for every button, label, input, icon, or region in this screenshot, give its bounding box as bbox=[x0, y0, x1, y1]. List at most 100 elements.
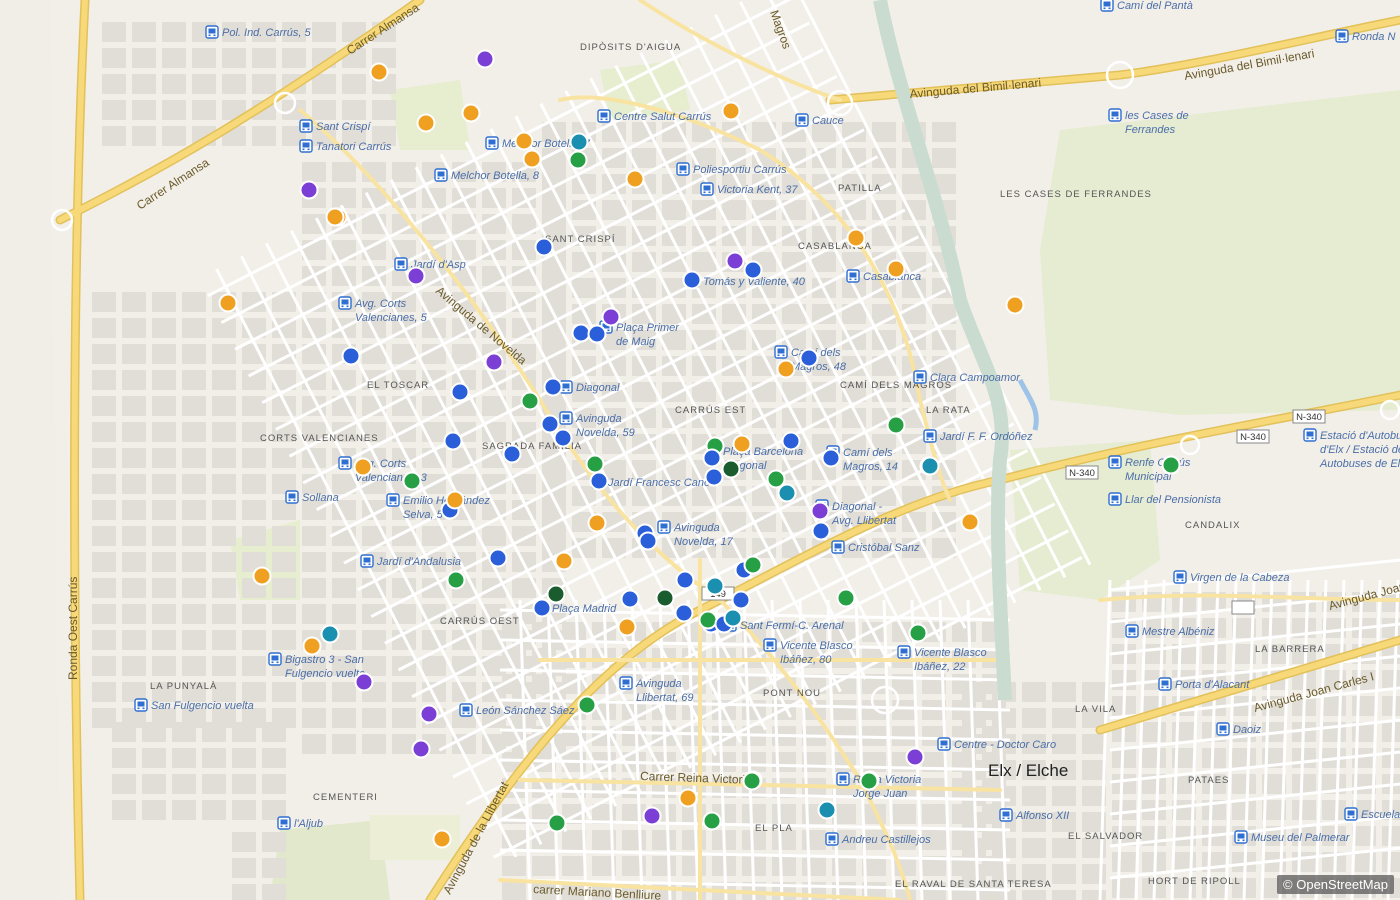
marker-blue[interactable] bbox=[620, 589, 640, 609]
marker-purple[interactable] bbox=[419, 704, 439, 724]
marker-blue[interactable] bbox=[443, 431, 463, 451]
marker-blue[interactable] bbox=[675, 570, 695, 590]
marker-green[interactable] bbox=[520, 391, 540, 411]
marker-green[interactable] bbox=[402, 471, 422, 491]
marker-green[interactable] bbox=[1161, 455, 1181, 475]
marker-orange[interactable] bbox=[461, 103, 481, 123]
marker-green[interactable] bbox=[547, 813, 567, 833]
marker-green[interactable] bbox=[743, 555, 763, 575]
bus-stop[interactable]: Sant Crispí bbox=[299, 119, 371, 133]
marker-green[interactable] bbox=[585, 454, 605, 474]
marker-blue[interactable] bbox=[638, 531, 658, 551]
marker-orange[interactable] bbox=[416, 113, 436, 133]
bus-stop[interactable]: Llar del Pensionista bbox=[1108, 492, 1221, 506]
marker-green[interactable] bbox=[859, 771, 879, 791]
marker-blue[interactable] bbox=[543, 377, 563, 397]
bus-stop[interactable]: Casablanca bbox=[846, 269, 921, 283]
attribution[interactable]: © OpenStreetMap bbox=[1277, 875, 1394, 894]
marker-blue[interactable] bbox=[799, 348, 819, 368]
marker-blue[interactable] bbox=[731, 590, 751, 610]
marker-green[interactable] bbox=[836, 588, 856, 608]
marker-blue[interactable] bbox=[341, 346, 361, 366]
bus-stop[interactable]: Virgen de la Cabeza bbox=[1173, 570, 1289, 584]
marker-teal[interactable] bbox=[320, 624, 340, 644]
bus-stop[interactable]: Escuelas bbox=[1344, 807, 1400, 821]
map-view[interactable]: N-340 N-340 N-340 149 Carrer Almansa Car bbox=[0, 0, 1400, 900]
marker-green[interactable] bbox=[568, 150, 588, 170]
marker-orange[interactable] bbox=[252, 566, 272, 586]
bus-stop[interactable]: Poliesportiu Carrús bbox=[676, 162, 787, 176]
marker-green[interactable] bbox=[577, 695, 597, 715]
marker-orange[interactable] bbox=[325, 207, 345, 227]
bus-stop[interactable]: l'Aljub bbox=[277, 816, 323, 830]
marker-blue[interactable] bbox=[540, 414, 560, 434]
marker-green[interactable] bbox=[908, 623, 928, 643]
bus-stop[interactable]: Jardí d'Asp bbox=[394, 257, 466, 271]
marker-teal[interactable] bbox=[705, 576, 725, 596]
marker-darkgreen[interactable] bbox=[655, 588, 675, 608]
bus-stop[interactable]: San Fulgencio vuelta bbox=[134, 698, 254, 712]
bus-stop[interactable]: Pol. Ind. Carrús, 5 bbox=[205, 25, 312, 39]
marker-orange[interactable] bbox=[678, 788, 698, 808]
marker-orange[interactable] bbox=[776, 359, 796, 379]
marker-orange[interactable] bbox=[445, 490, 465, 510]
marker-orange[interactable] bbox=[522, 149, 542, 169]
marker-teal[interactable] bbox=[777, 483, 797, 503]
marker-green[interactable] bbox=[886, 415, 906, 435]
marker-orange[interactable] bbox=[369, 62, 389, 82]
marker-purple[interactable] bbox=[354, 672, 374, 692]
marker-blue[interactable] bbox=[821, 448, 841, 468]
marker-purple[interactable] bbox=[642, 806, 662, 826]
bus-stop[interactable]: Diagonal bbox=[559, 380, 620, 394]
marker-blue[interactable] bbox=[502, 444, 522, 464]
bus-stop[interactable]: Ronda N bbox=[1335, 29, 1395, 43]
marker-blue[interactable] bbox=[553, 428, 573, 448]
marker-teal[interactable] bbox=[569, 132, 589, 152]
marker-darkgreen[interactable] bbox=[546, 584, 566, 604]
marker-blue[interactable] bbox=[571, 323, 591, 343]
marker-green[interactable] bbox=[698, 610, 718, 630]
marker-purple[interactable] bbox=[406, 266, 426, 286]
marker-blue[interactable] bbox=[702, 448, 722, 468]
bus-stop[interactable]: Andreu Castillejos bbox=[825, 832, 931, 846]
marker-orange[interactable] bbox=[353, 457, 373, 477]
bus-stop[interactable]: Museu del Palmerar bbox=[1234, 830, 1351, 844]
marker-orange[interactable] bbox=[587, 513, 607, 533]
bus-stop[interactable]: León Sánchez Sáez bbox=[459, 703, 575, 717]
bus-stop[interactable]: Alfonso XII bbox=[999, 808, 1069, 822]
bus-stop[interactable]: Jardí Francesc Cano bbox=[591, 475, 710, 489]
marker-purple[interactable] bbox=[905, 747, 925, 767]
marker-green[interactable] bbox=[702, 811, 722, 831]
marker-blue[interactable] bbox=[532, 598, 552, 618]
bus-stop[interactable]: Melchor Botella, 8 bbox=[434, 168, 540, 182]
bus-stop[interactable]: Centre - Doctor Caro bbox=[937, 737, 1056, 751]
bus-stop[interactable]: Sollana bbox=[285, 490, 339, 504]
bus-stop[interactable]: Jardí F. F. Ordóñez bbox=[923, 429, 1033, 443]
marker-purple[interactable] bbox=[475, 49, 495, 69]
marker-blue[interactable] bbox=[534, 237, 554, 257]
marker-purple[interactable] bbox=[810, 501, 830, 521]
marker-blue[interactable] bbox=[743, 260, 763, 280]
marker-teal[interactable] bbox=[723, 608, 743, 628]
marker-blue[interactable] bbox=[488, 548, 508, 568]
marker-purple[interactable] bbox=[484, 352, 504, 372]
marker-blue[interactable] bbox=[781, 431, 801, 451]
marker-blue[interactable] bbox=[811, 521, 831, 541]
bus-stop[interactable]: Clara Campoamor bbox=[913, 370, 1021, 384]
marker-orange[interactable] bbox=[886, 259, 906, 279]
marker-orange[interactable] bbox=[302, 636, 322, 656]
marker-blue[interactable] bbox=[589, 471, 609, 491]
marker-orange[interactable] bbox=[554, 551, 574, 571]
marker-blue[interactable] bbox=[704, 467, 724, 487]
marker-purple[interactable] bbox=[725, 251, 745, 271]
marker-purple[interactable] bbox=[299, 180, 319, 200]
bus-stop[interactable]: Centre Salut Carrús bbox=[597, 109, 712, 123]
marker-orange[interactable] bbox=[846, 228, 866, 248]
marker-orange[interactable] bbox=[732, 434, 752, 454]
marker-green[interactable] bbox=[446, 570, 466, 590]
bus-stop[interactable]: Tomás y Valiente, 40 bbox=[686, 274, 806, 288]
marker-orange[interactable] bbox=[514, 131, 534, 151]
marker-orange[interactable] bbox=[617, 617, 637, 637]
marker-teal[interactable] bbox=[920, 456, 940, 476]
marker-orange[interactable] bbox=[625, 169, 645, 189]
